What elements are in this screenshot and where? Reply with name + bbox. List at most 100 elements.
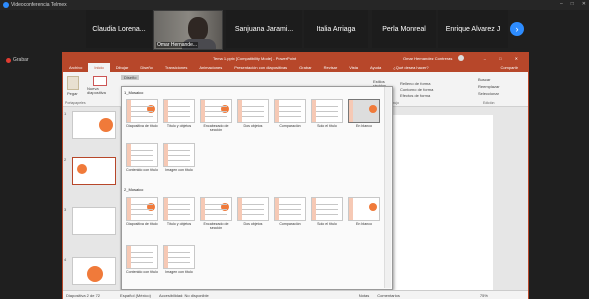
- slide-thumbnail-pane[interactable]: 1 2 3 4: [63, 107, 121, 290]
- new-slide-button[interactable]: Nueva diapositiva: [87, 87, 115, 95]
- tab-ayuda[interactable]: Ayuda: [364, 65, 387, 70]
- layout-line: [168, 214, 190, 215]
- record-button[interactable]: Grabar: [6, 57, 29, 63]
- layout-line: [168, 116, 190, 117]
- layout-line: [242, 116, 264, 117]
- layout-option[interactable]: [163, 197, 195, 221]
- layout-line: [205, 116, 227, 117]
- slide-thumbnail[interactable]: [72, 207, 116, 235]
- tab-diseno[interactable]: Diseño: [134, 65, 158, 70]
- shape-fill-button[interactable]: Relleno de forma: [400, 81, 430, 86]
- shape-effects-button[interactable]: Efectos de forma: [400, 93, 430, 98]
- layout-option[interactable]: [200, 99, 232, 123]
- tab-revisar[interactable]: Revisar: [318, 65, 344, 70]
- zoom-app-icon: [3, 2, 9, 8]
- layout-line: [316, 106, 338, 107]
- orange-circle: [99, 118, 113, 132]
- language-status[interactable]: Español (México): [120, 293, 151, 298]
- participant-tile[interactable]: Claudia Lorena...: [86, 10, 152, 48]
- layout-option[interactable]: [163, 143, 195, 167]
- paste-icon[interactable]: [67, 76, 79, 90]
- participant-tile[interactable]: Italia Arriaga: [304, 10, 368, 48]
- replace-button[interactable]: Reemplazar: [478, 84, 500, 89]
- layout-line: [316, 209, 338, 210]
- tab-vista[interactable]: Vista: [343, 65, 364, 70]
- tab-transiciones[interactable]: Transiciones: [159, 65, 194, 70]
- shape-outline-button[interactable]: Contorno de forma: [400, 87, 433, 92]
- layout-line: [168, 160, 190, 161]
- share-button[interactable]: Compartir: [494, 65, 524, 70]
- layout-option[interactable]: [126, 143, 158, 167]
- ribbon-tabs[interactable]: Archivo Inicio Dibujar Diseño Transicion…: [63, 63, 528, 72]
- chevron-right-icon[interactable]: ›: [510, 22, 524, 36]
- tab-archivo[interactable]: Archivo: [63, 65, 88, 70]
- thumb-number: 4: [64, 257, 67, 262]
- layout-option[interactable]: [126, 99, 158, 123]
- layout-option[interactable]: [237, 197, 269, 221]
- powerpoint-window[interactable]: Tema 1.pptx [Compatibility Mode] - Power…: [62, 52, 529, 299]
- right-scroll-area[interactable]: [501, 107, 528, 290]
- layout-line: [316, 214, 338, 215]
- layout-option[interactable]: [163, 99, 195, 123]
- layout-caption: Imagen con título: [165, 270, 193, 274]
- layout-line: [279, 116, 301, 117]
- participant-tile[interactable]: Perla Monreal: [372, 10, 436, 48]
- zoom-level[interactable]: 75%: [480, 293, 488, 298]
- layout-line: [205, 204, 227, 205]
- slide-thumbnail-selected[interactable]: [72, 157, 116, 185]
- window-controls[interactable]: – □ ✕: [560, 1, 586, 7]
- layout-caption: En blanco: [356, 222, 372, 226]
- layout-option[interactable]: [237, 99, 269, 123]
- participant-tile[interactable]: Sanjuana Jarami...: [226, 10, 302, 48]
- layout-option[interactable]: [126, 197, 158, 221]
- camera-video-tile[interactable]: Omar Hernande...: [153, 10, 223, 50]
- user-name[interactable]: Omar Hernandez Contreras: [403, 56, 452, 61]
- layout-line: [131, 116, 153, 117]
- minimize-icon[interactable]: –: [560, 1, 563, 7]
- new-slide-icon[interactable]: [93, 76, 107, 86]
- comments-button[interactable]: Comentarios: [377, 293, 400, 298]
- layout-option[interactable]: [200, 197, 232, 221]
- layout-line: [131, 257, 153, 258]
- gallery-scrollbar[interactable]: [384, 87, 391, 288]
- find-button[interactable]: Buscar: [478, 77, 490, 82]
- layout-caption: Diapositiva de título: [126, 124, 158, 128]
- tab-inicio[interactable]: Inicio: [88, 63, 110, 72]
- tab-presentacion[interactable]: Presentación con diapositivas: [228, 65, 293, 70]
- participant-tile[interactable]: Enrique Alvarez J: [438, 10, 508, 48]
- layout-caption: Título y objetos: [166, 222, 192, 226]
- layout-option[interactable]: [348, 99, 380, 123]
- thumb-number: 1: [64, 111, 67, 116]
- layout-option[interactable]: [311, 197, 343, 221]
- tab-animaciones[interactable]: Animaciones: [193, 65, 228, 70]
- layout-option[interactable]: [126, 245, 158, 269]
- layout-line: [279, 209, 301, 210]
- layout-button[interactable]: Diseño: [121, 75, 140, 80]
- tell-me-search[interactable]: ¿Qué desea hacer?: [387, 65, 434, 70]
- slide-thumbnail[interactable]: [72, 257, 116, 285]
- accessibility-status[interactable]: Accesibilidad: No disponible: [159, 293, 209, 298]
- maximize-icon[interactable]: □: [571, 1, 574, 7]
- layout-option[interactable]: [274, 99, 306, 123]
- ppt-title-bar: Tema 1.pptx [Compatibility Mode] - Power…: [63, 53, 528, 63]
- layout-option[interactable]: [311, 99, 343, 123]
- ppt-window-controls[interactable]: – □ ✕: [484, 56, 524, 61]
- layout-option[interactable]: [348, 197, 380, 221]
- status-bar: Diapositiva 2 de 72 Español (México) Acc…: [63, 290, 528, 299]
- notes-button[interactable]: Notas: [359, 293, 369, 298]
- layout-line: [131, 160, 153, 161]
- slide-thumbnail[interactable]: [72, 111, 116, 139]
- layout-line: [242, 111, 264, 112]
- tab-grabar[interactable]: Grabar: [293, 65, 317, 70]
- close-icon[interactable]: ✕: [582, 1, 586, 7]
- participant-name: Claudia Lorena...: [92, 25, 146, 33]
- paste-button[interactable]: Pegar: [67, 91, 78, 96]
- layout-option[interactable]: [163, 245, 195, 269]
- avatar[interactable]: [458, 55, 464, 61]
- select-button[interactable]: Seleccionar: [478, 91, 499, 96]
- layout-gallery-dropdown[interactable]: 1_Mosaico 2_Mosaico Diapositiva de títul…: [121, 86, 393, 290]
- layout-line: [316, 204, 338, 205]
- layout-option[interactable]: [274, 197, 306, 221]
- layout-line: [316, 116, 338, 117]
- tab-dibujar[interactable]: Dibujar: [110, 65, 135, 70]
